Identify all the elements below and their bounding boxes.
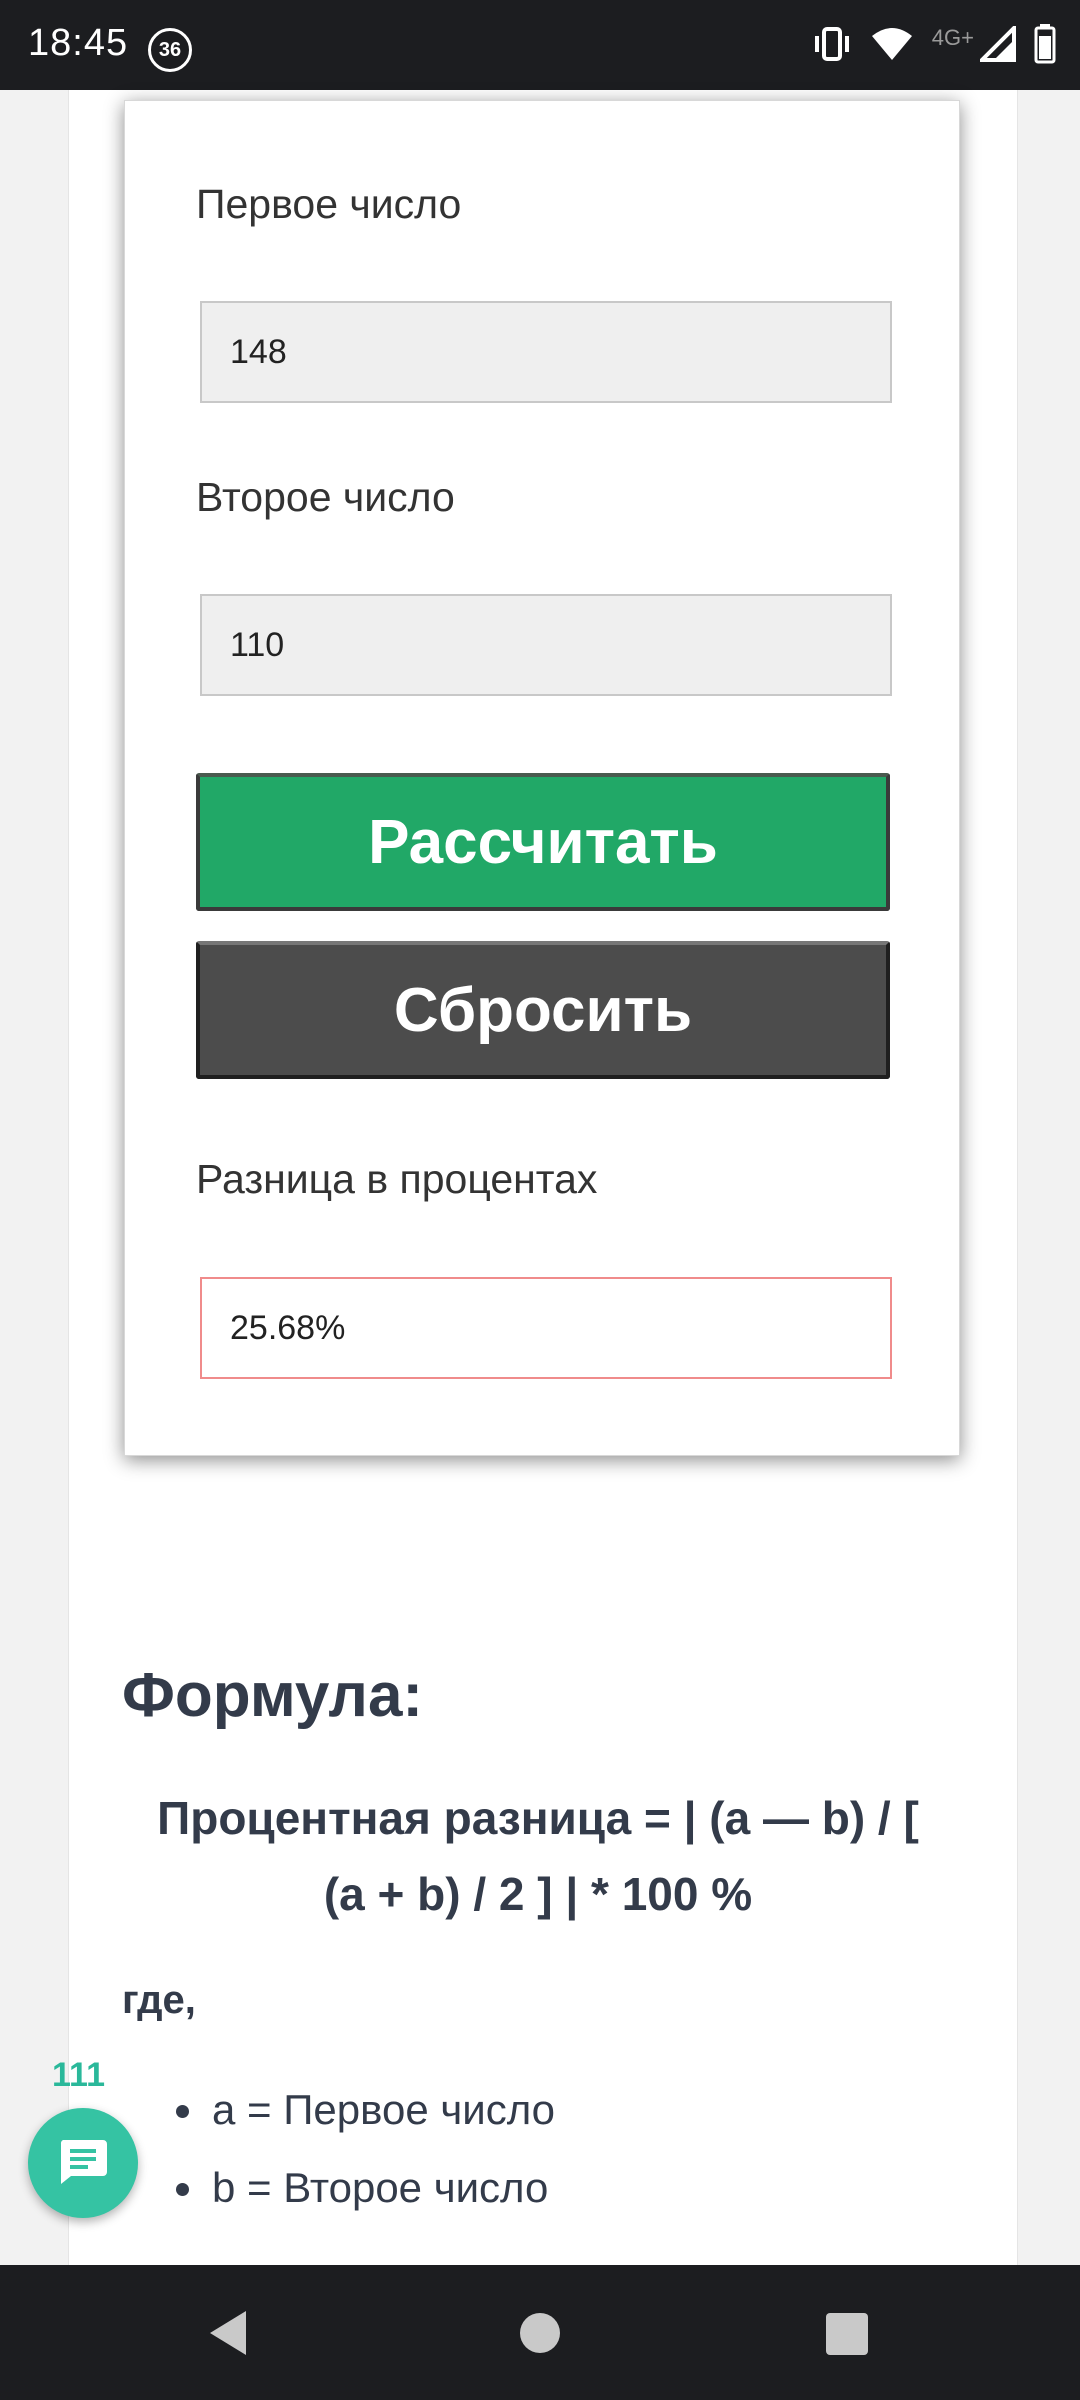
chat-button[interactable] — [28, 2108, 138, 2218]
wifi-icon — [870, 26, 914, 67]
recent-apps-icon[interactable] — [826, 2313, 868, 2355]
first-number-input[interactable]: 148 — [200, 301, 892, 403]
notification-count-badge: 36 — [148, 28, 192, 72]
calculator-card: Первое число 148 Второе число 110 Рассчи… — [124, 100, 960, 1456]
list-item: b = Второе число — [176, 2163, 555, 2241]
chat-count-badge: 111 — [52, 2056, 105, 2094]
result-label: Разница в процентах — [196, 1156, 598, 1202]
back-icon[interactable] — [206, 2309, 250, 2362]
signal-icon — [977, 22, 1016, 67]
status-time: 18:45 — [28, 22, 129, 64]
network-type-label: 4G+ — [931, 25, 974, 50]
formula-line-1: Процентная разница = | (a — b) / [ — [157, 1792, 919, 1844]
first-number-label: Первое число — [196, 181, 462, 227]
calculate-button[interactable]: Рассчитать — [196, 773, 890, 911]
list-item: a = Первое число — [176, 2085, 555, 2163]
chat-icon — [57, 2136, 109, 2191]
second-number-input[interactable]: 110 — [200, 594, 892, 696]
status-icons: 4G+ — [812, 22, 1056, 69]
second-number-label: Второе число — [196, 474, 455, 520]
reset-button[interactable]: Сбросить — [196, 941, 890, 1079]
formula-line-2: (a + b) / 2 ] | * 100 % — [323, 1868, 753, 1920]
variable-list: a = Первое число b = Второе число — [176, 2085, 555, 2241]
formula-text: Процентная разница = | (a — b) / [ (a + … — [118, 1780, 958, 1932]
navigation-bar — [0, 2265, 1080, 2400]
battery-icon — [1034, 23, 1056, 69]
status-bar: 18:45 36 4G+ — [0, 0, 1080, 90]
home-icon[interactable] — [520, 2313, 560, 2353]
where-label: где, — [122, 1978, 196, 2022]
result-output[interactable]: 25.68% — [200, 1277, 892, 1379]
vibrate-icon — [812, 26, 852, 67]
formula-heading: Формула: — [122, 1661, 424, 1730]
